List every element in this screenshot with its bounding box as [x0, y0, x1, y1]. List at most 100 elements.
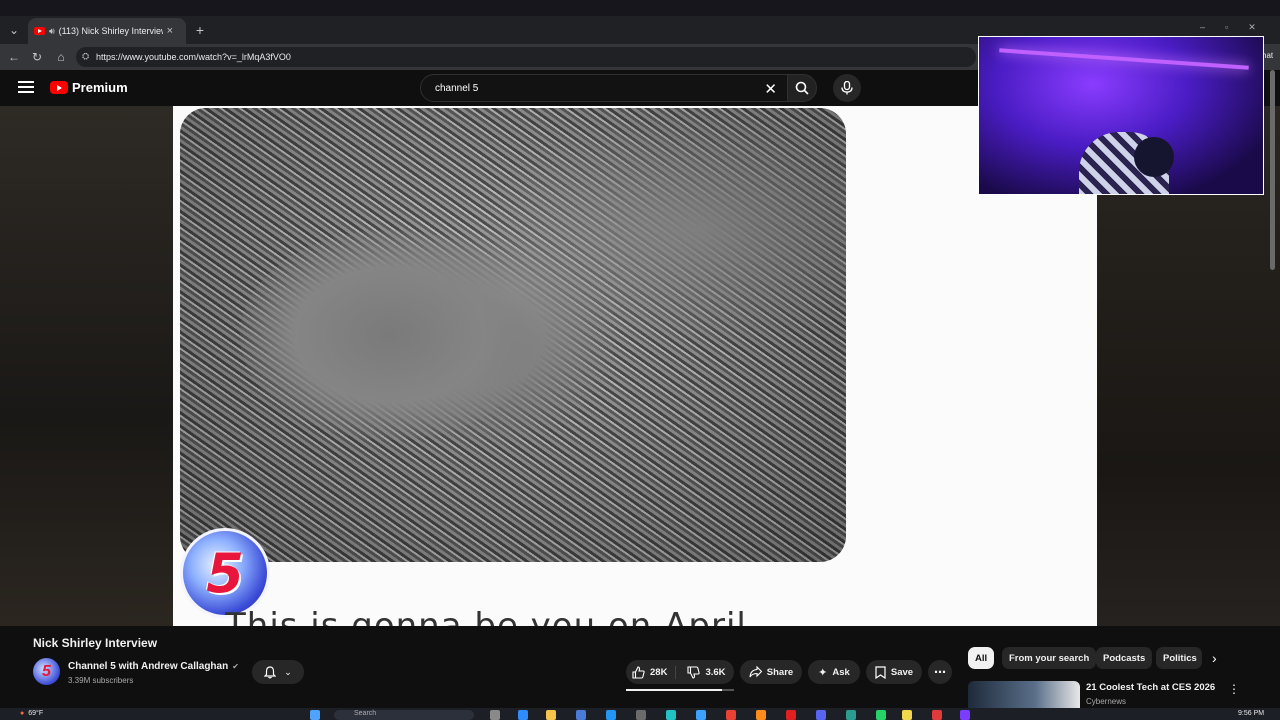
app-icon-6[interactable] — [786, 710, 796, 720]
ask-label: Ask — [832, 666, 850, 678]
window-controls: – ▫ ✕ — [1200, 22, 1256, 33]
app-icon-10[interactable] — [932, 710, 942, 720]
suggestion-channel[interactable]: Cybernews — [1086, 697, 1126, 706]
page-scrollbar[interactable] — [1270, 70, 1275, 270]
filter-chip-politics[interactable]: Politics — [1156, 647, 1202, 669]
share-button[interactable]: Share — [740, 660, 802, 684]
app-icon-2[interactable] — [636, 710, 646, 720]
video-side-blur-left — [0, 106, 173, 626]
tab-title: (113) Nick Shirley Interview - — [58, 26, 163, 36]
sparkle-icon: ✦ — [818, 666, 828, 679]
weather-icon: ● — [20, 710, 25, 717]
like-dislike-group: 28K 3.6K — [626, 660, 734, 684]
bookmark-icon — [875, 665, 886, 679]
taskbar-search-placeholder: Search — [354, 710, 377, 717]
filter-chip-podcasts[interactable]: Podcasts — [1096, 647, 1153, 669]
like-button[interactable]: 28K — [632, 665, 677, 679]
app-icon-11[interactable] — [960, 710, 970, 720]
like-count: 28K — [650, 666, 668, 678]
search-button[interactable] — [787, 74, 817, 102]
chevron-down-icon: ⌄ — [284, 666, 292, 677]
home-icon[interactable]: ⌂ — [53, 49, 69, 65]
chrome-app-icon[interactable] — [726, 710, 736, 720]
address-bar[interactable]: ⛭ https://www.youtube.com/watch?v=_lrMqA… — [76, 47, 976, 67]
more-actions-button[interactable]: ⋯ — [928, 660, 952, 684]
bell-icon — [264, 665, 277, 678]
app-icon-7[interactable] — [846, 710, 856, 720]
more-horizontal-icon: ⋯ — [934, 665, 946, 679]
avatar-text: 5 — [42, 662, 51, 680]
new-tab-plus-icon[interactable]: + — [192, 22, 208, 38]
tab-close-icon[interactable]: × — [167, 25, 173, 37]
discord-app-icon[interactable] — [816, 710, 826, 720]
app-icon-5[interactable] — [756, 710, 766, 720]
browser-tab-active[interactable]: 🔊︎ (113) Nick Shirley Interview - × — [28, 18, 186, 44]
store-app-icon[interactable] — [576, 710, 586, 720]
youtube-premium-logo[interactable]: Premium — [50, 80, 128, 95]
taskbar-search-input[interactable]: Search — [334, 710, 474, 720]
verified-check-icon: ✔︎ — [232, 662, 239, 671]
save-label: Save — [890, 666, 914, 678]
thumbs-up-icon — [632, 665, 645, 679]
channel-avatar[interactable]: 5 — [33, 658, 60, 685]
voice-search-button[interactable] — [833, 74, 861, 102]
thumbs-down-icon — [687, 665, 701, 679]
microphone-icon — [841, 81, 853, 95]
hamburger-menu-icon[interactable] — [18, 80, 34, 94]
censor-blur — [240, 230, 540, 440]
weather-widget[interactable]: ● 69°F — [20, 710, 43, 717]
youtube-favicon-icon — [34, 27, 45, 35]
like-ratio-fill — [626, 689, 722, 691]
search-input[interactable]: channel 5 ✕ — [420, 74, 788, 102]
subscriber-count: 3.39M subscribers — [68, 676, 134, 685]
search-icon — [795, 81, 809, 95]
channel5-badge: 5 — [180, 528, 270, 618]
task-view-icon[interactable] — [490, 710, 500, 720]
youtube-logo-icon — [50, 81, 68, 94]
file-explorer-icon[interactable] — [546, 710, 556, 720]
channel-name[interactable]: Channel 5 with Andrew Callaghan ✔︎ — [68, 661, 239, 672]
subscription-bell-button[interactable]: ⌄ — [252, 660, 304, 684]
streamer-head — [1134, 137, 1174, 177]
channel5-badge-number: 5 — [206, 541, 244, 605]
like-ratio-bar — [626, 689, 734, 691]
video-caption-text: This is gonna be you on April — [225, 606, 747, 626]
window-close-icon[interactable]: ✕ — [1248, 22, 1256, 33]
ask-button[interactable]: ✦ Ask — [808, 660, 860, 684]
app-icon-9[interactable] — [902, 710, 912, 720]
search-value: channel 5 — [435, 82, 479, 94]
speaker-icon[interactable]: 🔊︎ — [49, 26, 55, 37]
chips-next-arrow-icon[interactable]: › — [1212, 650, 1217, 666]
maximize-icon[interactable]: ▫ — [1225, 22, 1228, 33]
reload-icon[interactable]: ↻ — [29, 49, 45, 65]
url-text: https://www.youtube.com/watch?v=_lrMqA3f… — [96, 52, 291, 62]
app-icon-1[interactable] — [606, 710, 616, 720]
app-icon-8[interactable] — [876, 710, 886, 720]
webcam-overlay — [978, 36, 1264, 195]
dislike-button[interactable]: 3.6K — [681, 665, 726, 679]
logo-text: Premium — [72, 80, 128, 95]
app-icon-3[interactable] — [666, 710, 676, 720]
start-windows-icon[interactable] — [310, 710, 320, 720]
save-button[interactable]: Save — [866, 660, 922, 684]
suggestion-title[interactable]: 21 Coolest Tech at CES 2026 — [1086, 682, 1215, 693]
filter-chip-from-your-search[interactable]: From your search — [1002, 647, 1097, 669]
dislike-count: 3.6K — [705, 666, 726, 678]
clear-search-icon[interactable]: ✕ — [764, 80, 777, 98]
filter-chip-all[interactable]: All — [968, 647, 995, 669]
edge-app-icon[interactable] — [518, 710, 528, 720]
weather-temp: 69°F — [28, 710, 44, 717]
site-info-icon[interactable]: ⛭ — [82, 51, 89, 62]
led-strip-light — [999, 48, 1249, 70]
suggestion-thumbnail[interactable] — [968, 681, 1080, 708]
video-title: Nick Shirley Interview — [33, 636, 158, 650]
app-icon-4[interactable] — [696, 710, 706, 720]
share-label: Share — [766, 666, 794, 678]
minimize-icon[interactable]: – — [1200, 22, 1205, 33]
suggestion-more-icon[interactable]: ⋮ — [1228, 682, 1240, 696]
tab-search-chevron-icon[interactable]: ⌄ — [6, 22, 22, 38]
taskbar-clock: 9:56 PM — [1238, 710, 1265, 717]
share-arrow-icon — [749, 666, 762, 678]
desktop-top-strip — [0, 0, 1280, 16]
back-arrow-icon[interactable]: ← — [6, 49, 22, 65]
